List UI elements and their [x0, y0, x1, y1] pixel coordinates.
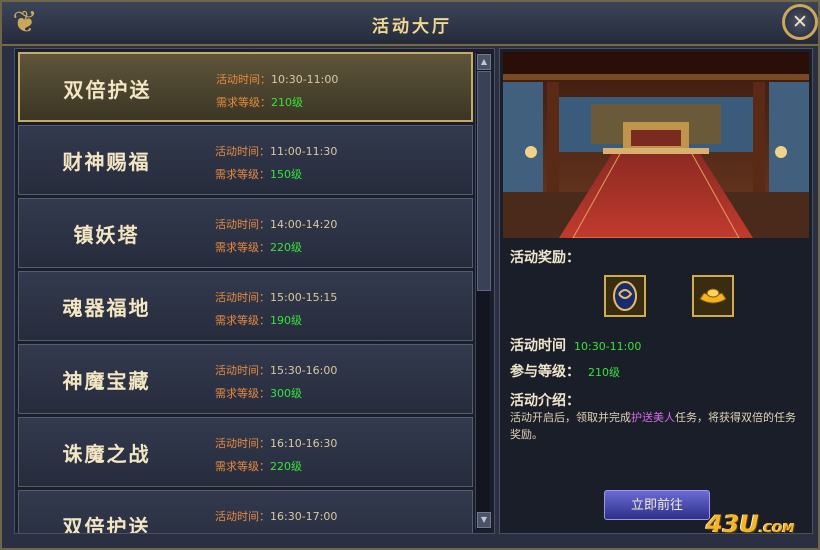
event-level-value: 220级 [270, 241, 302, 254]
time-label: 活动时间 [510, 338, 566, 354]
event-level-value: 300级 [270, 387, 302, 400]
event-time-value: 16:30-17:00 [270, 510, 338, 523]
event-level-label: 需求等级： [215, 241, 270, 254]
event-description: 活动开启后，领取并完成护送美人任务，将获得双倍的任务奖励。 [510, 409, 796, 443]
list-scrollbar[interactable]: ▲ ▼ [475, 53, 491, 529]
event-name: 财神赐福 [62, 150, 151, 174]
event-time-label: 活动时间： [216, 73, 271, 86]
desc-highlight: 护送美人 [631, 411, 675, 424]
scroll-thumb[interactable] [477, 71, 491, 291]
event-list-item[interactable]: 双倍护送 活动时间：10:30-11:00 需求等级：210级 [18, 52, 473, 122]
event-time-value: 15:00-15:15 [270, 291, 338, 304]
event-list-item[interactable]: 神魔宝藏 活动时间：15:30-16:00 需求等级：300级 [18, 344, 473, 414]
scroll-down-button[interactable]: ▼ [477, 512, 491, 528]
event-time: 活动时间：16:10-16:30 [215, 435, 337, 451]
event-scene-image [503, 52, 809, 238]
event-detail-panel: 活动奖励： 活动时间 10:30-11:00 参与等级： 210级 活动介绍： 活动… [499, 48, 813, 534]
site-logo: 43U.COM [706, 510, 794, 538]
event-name: 镇妖塔 [73, 223, 140, 247]
level-label: 参与等级： [510, 364, 580, 380]
event-level-value: 150级 [270, 168, 302, 181]
event-level: 需求等级：220级 [215, 239, 302, 255]
event-time-value: 10:30-11:00 [271, 73, 339, 86]
event-time: 活动时间：10:30-11:00 [216, 71, 338, 87]
event-level-label: 需求等级： [216, 96, 271, 109]
event-level-label: 需求等级： [215, 387, 270, 400]
scroll-up-button[interactable]: ▲ [477, 54, 491, 70]
title-bar: ❦ 活动大厅 ❦ ✕ [2, 2, 818, 46]
event-list-item[interactable]: 诛魔之战 活动时间：16:10-16:30 需求等级：220级 [18, 417, 473, 487]
event-level: 需求等级：190级 [215, 312, 302, 328]
event-time: 活动时间：15:00-15:15 [215, 289, 337, 305]
level-value: 210级 [588, 366, 620, 379]
event-time-value: 15:30-16:00 [270, 364, 338, 377]
event-level: 需求等级：150级 [215, 166, 302, 182]
event-time-value: 14:00-14:20 [270, 218, 338, 231]
event-list-item[interactable]: 魂器福地 活动时间：15:00-15:15 需求等级：190级 [18, 271, 473, 341]
go-now-button[interactable]: 立即前往 [604, 490, 710, 520]
event-name: 魂器福地 [62, 296, 151, 320]
event-time-label: 活动时间： [215, 364, 270, 377]
event-level-label: 需求等级： [215, 314, 270, 327]
event-level-value: 210级 [271, 96, 303, 109]
event-level: 需求等级：300级 [215, 385, 302, 401]
event-list: 双倍护送 活动时间：10:30-11:00 需求等级：210级 财神赐福 活动时间：11… [14, 48, 495, 534]
event-time: 活动时间：16:30-17:00 [215, 508, 337, 524]
event-name: 双倍护送 [63, 78, 152, 102]
description-label: 活动介绍： [510, 393, 580, 409]
event-time-label: 活动时间： [215, 218, 270, 231]
desc-text-before: 活动开启后，领取并完成 [510, 411, 631, 424]
logo-suffix: .COM [758, 521, 795, 535]
event-level-value: 190级 [270, 314, 302, 327]
event-time-value: 11:00-11:30 [270, 145, 338, 158]
event-level-value: 220级 [270, 460, 302, 473]
event-time: 活动时间：15:30-16:00 [215, 362, 337, 378]
level-row: 参与等级： 210级 [510, 361, 620, 381]
event-time-label: 活动时间： [215, 291, 270, 304]
event-name: 诛魔之战 [62, 442, 151, 466]
reward-token-icon[interactable] [604, 275, 646, 317]
logo-main: 43U [706, 510, 759, 538]
event-time: 活动时间：14:00-14:20 [215, 216, 337, 232]
event-time-label: 活动时间： [215, 145, 270, 158]
event-level: 需求等级：210级 [216, 94, 303, 110]
event-time-label: 活动时间： [215, 510, 270, 523]
time-value: 10:30-11:00 [574, 340, 642, 353]
event-list-item[interactable]: 镇妖塔 活动时间：14:00-14:20 需求等级：220级 [18, 198, 473, 268]
activity-hall-window: ❦ 活动大厅 ❦ ✕ 双倍护送活动时间：10:30-11:00需求等级：210级… [0, 0, 820, 550]
window-title: 活动大厅 [372, 17, 452, 37]
event-name: 双倍护送 [62, 515, 151, 534]
event-level-label: 需求等级： [215, 460, 270, 473]
event-time-value: 16:10-16:30 [270, 437, 338, 450]
event-level-label: 需求等级： [215, 168, 270, 181]
event-time: 活动时间：11:00-11:30 [215, 143, 337, 159]
reward-gold-ingot-icon[interactable] [692, 275, 734, 317]
time-row: 活动时间 10:30-11:00 [510, 335, 641, 355]
event-level: 需求等级：220级 [215, 458, 302, 474]
event-list-item[interactable]: 双倍护送 活动时间：16:30-17:00 [18, 490, 473, 534]
event-time-label: 活动时间： [215, 437, 270, 450]
event-list-item[interactable]: 财神赐福 活动时间：11:00-11:30 需求等级：150级 [18, 125, 473, 195]
close-button[interactable]: ✕ [782, 4, 818, 40]
event-name: 神魔宝藏 [62, 369, 151, 393]
reward-label: 活动奖励： [510, 250, 580, 266]
